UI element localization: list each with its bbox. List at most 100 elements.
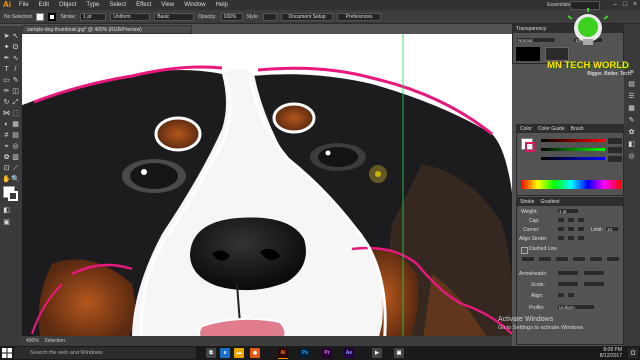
- edge-browser-icon[interactable]: e: [220, 348, 230, 358]
- premiere-taskbar-icon[interactable]: Pr: [322, 348, 332, 358]
- round-cap-button[interactable]: [567, 217, 575, 223]
- gap-3-field[interactable]: [606, 256, 620, 262]
- mesh-tool-icon[interactable]: #: [2, 131, 11, 140]
- round-join-button[interactable]: [567, 226, 575, 232]
- end-arrowhead-dropdown[interactable]: [583, 270, 605, 276]
- blend-tool-icon[interactable]: ◎: [11, 142, 20, 151]
- preferences-button[interactable]: Preferences: [337, 12, 382, 21]
- hand-tool-icon[interactable]: ✋: [2, 175, 11, 184]
- red-value-field[interactable]: [607, 137, 623, 145]
- windows-start-icon[interactable]: [2, 348, 12, 358]
- limit-field[interactable]: 10: [605, 226, 619, 232]
- line-tool-icon[interactable]: /: [11, 65, 20, 74]
- brushes-icon[interactable]: ✎: [627, 116, 636, 125]
- curvature-tool-icon[interactable]: ∿: [11, 54, 20, 63]
- zoom-tool-icon[interactable]: 🔍: [11, 175, 20, 184]
- graphic-styles-icon[interactable]: ◧: [627, 140, 636, 149]
- arrow-tip-place-button[interactable]: [567, 292, 575, 298]
- appearance-icon[interactable]: ◎: [627, 152, 636, 161]
- square-cap-button[interactable]: [577, 217, 585, 223]
- blue-value-field[interactable]: [607, 155, 623, 163]
- profile-dropdown[interactable]: Uniform: [557, 304, 595, 310]
- menu-effect[interactable]: Effect: [131, 0, 156, 10]
- dashed-line-checkbox[interactable]: [521, 247, 528, 254]
- blue-slider[interactable]: [541, 157, 605, 160]
- shape-builder-icon[interactable]: ◐: [2, 120, 11, 129]
- variable-width-profile[interactable]: Uniform: [110, 12, 151, 21]
- notifications-icon[interactable]: ▢: [628, 348, 638, 358]
- photos-app-icon[interactable]: ▣: [394, 348, 404, 358]
- photoshop-taskbar-icon[interactable]: Ps: [300, 348, 310, 358]
- magic-wand-icon[interactable]: ✦: [2, 43, 11, 52]
- butt-cap-button[interactable]: [557, 217, 565, 223]
- pencil-icon[interactable]: ✏: [2, 87, 11, 96]
- pen-tool-icon[interactable]: ✒: [2, 54, 11, 63]
- task-view-icon[interactable]: ⧉: [206, 348, 216, 358]
- tab-color-guide[interactable]: Color Guide: [538, 125, 565, 133]
- artboard-tool-icon[interactable]: ⊡: [2, 164, 11, 173]
- start-arrowhead-dropdown[interactable]: [557, 270, 579, 276]
- document-setup-button[interactable]: Document Setup: [281, 12, 334, 21]
- paintbrush-icon[interactable]: ✎: [11, 76, 20, 85]
- taskbar-clock[interactable]: 8:08 PM 8/12/2017: [600, 347, 622, 359]
- stroke-weight-field[interactable]: 1 pt: [80, 12, 107, 21]
- eyedropper-icon[interactable]: ⌖: [2, 142, 11, 151]
- start-scale-field[interactable]: [557, 281, 579, 287]
- gap-2-field[interactable]: [572, 256, 586, 262]
- menu-object[interactable]: Object: [54, 0, 81, 10]
- type-tool-icon[interactable]: T: [2, 65, 11, 74]
- draw-normal-icon[interactable]: ◧: [2, 206, 11, 215]
- miter-join-button[interactable]: [557, 226, 565, 232]
- menu-help[interactable]: Help: [211, 0, 233, 10]
- graphic-style-picker[interactable]: [263, 12, 278, 21]
- selection-tool-icon[interactable]: ➤: [2, 32, 11, 41]
- color-stroke-swatch[interactable]: [525, 142, 535, 152]
- tab-stroke[interactable]: Stroke: [520, 198, 534, 206]
- file-explorer-icon[interactable]: ▬: [234, 348, 244, 358]
- free-transform-icon[interactable]: ⬚: [11, 109, 20, 118]
- tab-brush[interactable]: Brush: [571, 125, 584, 133]
- fill-swatch[interactable]: [36, 12, 45, 21]
- tab-color[interactable]: Color: [520, 125, 532, 133]
- menu-file[interactable]: File: [14, 0, 34, 10]
- dash-3-field[interactable]: [589, 256, 603, 262]
- dash-1-field[interactable]: [521, 256, 535, 262]
- slice-tool-icon[interactable]: ⟋: [11, 164, 20, 173]
- arrow-tip-extend-button[interactable]: [557, 292, 565, 298]
- properties-icon[interactable]: ☰: [627, 92, 636, 101]
- end-scale-field[interactable]: [583, 281, 605, 287]
- perspective-grid-icon[interactable]: ▦: [11, 120, 20, 129]
- after-effects-taskbar-icon[interactable]: Ae: [344, 348, 354, 358]
- media-player-icon[interactable]: ▶: [372, 348, 382, 358]
- symbol-sprayer-icon[interactable]: ✿: [2, 153, 11, 162]
- rotate-icon[interactable]: ↻: [2, 98, 11, 107]
- gap-1-field[interactable]: [538, 256, 552, 262]
- gradient-tool-icon[interactable]: ▤: [11, 131, 20, 140]
- menu-window[interactable]: Window: [179, 0, 210, 10]
- brush-definition[interactable]: Basic: [154, 12, 195, 21]
- rectangle-tool-icon[interactable]: ▭: [2, 76, 11, 85]
- red-slider[interactable]: [541, 139, 605, 142]
- firefox-icon[interactable]: ◉: [250, 348, 260, 358]
- zoom-level[interactable]: 400%: [26, 338, 39, 344]
- green-value-field[interactable]: [607, 146, 623, 154]
- document-tab[interactable]: sample-dog-thumbnail.jpg* @ 400% (RGB/Pr…: [22, 25, 192, 34]
- menu-view[interactable]: View: [156, 0, 179, 10]
- lasso-icon[interactable]: ʘ: [11, 43, 20, 52]
- taskbar-search-input[interactable]: Search the web and Windows: [14, 347, 196, 359]
- swatches-icon[interactable]: ▦: [627, 104, 636, 113]
- screen-mode-icon[interactable]: ▣: [2, 218, 11, 227]
- dash-2-field[interactable]: [555, 256, 569, 262]
- align-center-button[interactable]: [557, 235, 565, 241]
- bevel-join-button[interactable]: [577, 226, 585, 232]
- menu-type[interactable]: Type: [81, 0, 104, 10]
- green-slider[interactable]: [541, 148, 605, 151]
- opacity-field[interactable]: 100%: [220, 12, 243, 21]
- scale-icon[interactable]: ⤢: [11, 98, 20, 107]
- illustrator-taskbar-icon[interactable]: Ai: [278, 348, 288, 359]
- graph-tool-icon[interactable]: ▥: [11, 153, 20, 162]
- symbols-icon[interactable]: ✿: [627, 128, 636, 137]
- menu-select[interactable]: Select: [104, 0, 131, 10]
- menu-edit[interactable]: Edit: [34, 0, 54, 10]
- align-inside-button[interactable]: [567, 235, 575, 241]
